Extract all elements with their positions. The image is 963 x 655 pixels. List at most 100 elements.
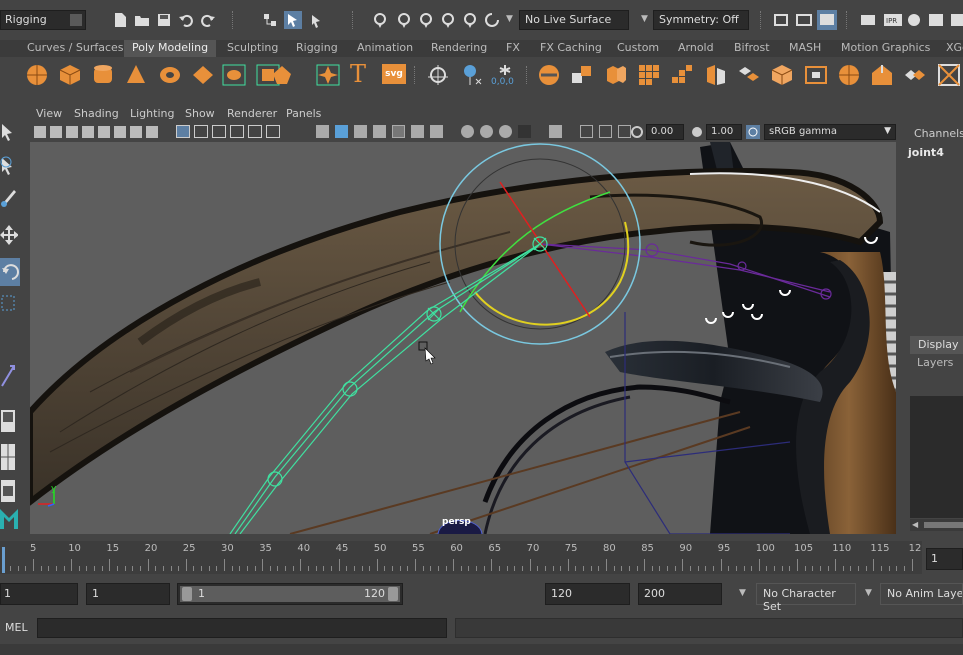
poly-sphere-icon[interactable] <box>25 63 49 87</box>
poly-torus-icon[interactable] <box>158 63 182 87</box>
render-setup-icon[interactable] <box>928 12 944 28</box>
script-language-toggle[interactable]: MEL <box>5 621 28 634</box>
film-gate-toggle-icon[interactable] <box>194 125 208 138</box>
extract-icon[interactable] <box>604 63 628 87</box>
animation-end-field[interactable]: 200 <box>638 583 722 605</box>
playback-start-field[interactable]: 1 <box>86 583 170 605</box>
safe-action-icon[interactable] <box>266 125 280 138</box>
ipr-icon[interactable]: IPR <box>884 12 902 28</box>
xray-active-icon[interactable] <box>599 125 612 138</box>
poly-cube-icon[interactable] <box>58 63 82 87</box>
tab-xgen[interactable]: XGe <box>946 40 963 57</box>
symmetry-dropdown[interactable]: Symmetry: Off <box>653 10 749 30</box>
camera-attributes-icon[interactable] <box>50 126 62 138</box>
separate-icon[interactable] <box>570 63 594 87</box>
make-live-icon[interactable] <box>484 12 500 28</box>
layer-list[interactable] <box>910 396 963 518</box>
layout-two-icon[interactable] <box>0 478 16 504</box>
lasso-tool-icon[interactable] <box>0 156 16 176</box>
poly-pyramid-icon[interactable] <box>270 63 294 87</box>
camera-name-label[interactable]: persp <box>442 517 471 527</box>
2d-pan-zoom-icon[interactable] <box>98 126 110 138</box>
scroll-left-icon[interactable]: ◀ <box>912 520 918 529</box>
tab-custom[interactable]: Custom <box>617 40 659 57</box>
poly-disc-icon[interactable] <box>222 63 246 87</box>
chevron-down-icon[interactable]: ▼ <box>506 14 513 24</box>
open-scene-icon[interactable] <box>134 12 150 28</box>
motion-blur-icon[interactable] <box>480 125 493 138</box>
render-view-icon[interactable] <box>774 12 790 28</box>
rotate-tool-icon[interactable] <box>0 258 20 286</box>
snap-grid-icon[interactable] <box>372 12 388 28</box>
tab-fx[interactable]: FX <box>506 40 520 57</box>
gamma-field[interactable]: 1.00 <box>706 124 742 140</box>
chevron-down-icon[interactable]: ▼ <box>865 588 872 598</box>
playhead[interactable] <box>2 547 6 573</box>
cleanup-icon[interactable] <box>770 63 794 87</box>
gate-mask-icon[interactable] <box>230 125 244 138</box>
extrude-icon[interactable] <box>870 63 894 87</box>
undo-icon[interactable] <box>178 12 194 28</box>
layout-four-icon[interactable] <box>0 442 16 472</box>
tab-poly-modeling[interactable]: Poly Modeling <box>124 40 217 57</box>
isolate-select-icon[interactable] <box>549 125 562 138</box>
mash-logo-icon[interactable] <box>0 505 18 531</box>
exposure-icon[interactable] <box>630 125 644 139</box>
range-slider[interactable]: 1 120 <box>177 583 403 605</box>
playback-end-field[interactable]: 120 <box>545 583 630 605</box>
select-object-icon[interactable] <box>284 11 302 29</box>
bookmark-icon[interactable] <box>66 126 78 138</box>
animation-start-field[interactable]: 1 <box>0 583 78 605</box>
tab-curves-surfaces[interactable]: Curves / Surfaces <box>27 40 124 57</box>
tab-sculpting[interactable]: Sculpting <box>227 40 278 57</box>
snap-curve-icon[interactable] <box>396 12 412 28</box>
channels-title[interactable]: Channels <box>914 127 963 140</box>
menu-renderer[interactable]: Renderer <box>227 107 277 120</box>
menu-panels[interactable]: Panels <box>286 107 321 120</box>
poly-cone-icon[interactable] <box>124 63 148 87</box>
snap-point-icon[interactable] <box>418 12 434 28</box>
poly-super-shape-icon[interactable] <box>316 63 340 87</box>
reduce-icon[interactable] <box>670 63 694 87</box>
ipr-render-icon[interactable] <box>817 10 837 30</box>
tab-arnold[interactable]: Arnold <box>678 40 714 57</box>
light-editor-icon[interactable] <box>950 12 963 28</box>
wireframe-icon[interactable] <box>316 125 329 138</box>
snap-view-plane-icon[interactable] <box>440 12 456 28</box>
merge-icon[interactable] <box>903 63 927 87</box>
layers-menu[interactable]: Layers <box>917 356 953 369</box>
tab-animation[interactable]: Animation <box>357 40 413 57</box>
layer-scrollbar[interactable]: ◀ <box>910 519 963 531</box>
character-set-dropdown[interactable]: No Character Set <box>756 583 856 613</box>
new-scene-icon[interactable] <box>112 12 128 28</box>
tab-bifrost[interactable]: Bifrost <box>734 40 770 57</box>
smooth-shade-icon[interactable] <box>335 125 348 138</box>
move-tool-icon[interactable] <box>0 224 18 246</box>
range-end-handle[interactable] <box>388 587 398 601</box>
render-frame-icon[interactable] <box>796 12 812 28</box>
anim-layer-dropdown[interactable]: No Anim Layer <box>880 583 963 605</box>
combine-icon[interactable] <box>537 63 561 87</box>
target-weld-icon[interactable] <box>937 63 961 87</box>
tab-fx-caching[interactable]: FX Caching <box>540 40 602 57</box>
live-surface-field[interactable]: No Live Surface <box>519 10 629 30</box>
depth-of-field-icon[interactable] <box>518 125 531 138</box>
select-hierarchy-icon[interactable] <box>262 12 278 28</box>
mirror-icon[interactable] <box>704 63 728 87</box>
gamma-icon[interactable] <box>690 125 704 139</box>
current-frame-field[interactable]: 1 <box>926 548 963 570</box>
scroll-thumb[interactable] <box>924 522 963 528</box>
tab-mash[interactable]: MASH <box>789 40 821 57</box>
textured-icon[interactable] <box>392 125 405 138</box>
xray-icon[interactable] <box>373 125 386 138</box>
hypershade-icon[interactable] <box>906 12 922 28</box>
field-chart-icon[interactable] <box>248 125 262 138</box>
xray-joints-icon[interactable] <box>580 125 593 138</box>
chevron-down-icon[interactable]: ▼ <box>641 14 648 24</box>
antialiasing-icon[interactable] <box>499 125 512 138</box>
lights-icon[interactable] <box>411 125 424 138</box>
menu-shading[interactable]: Shading <box>74 107 119 120</box>
selected-node-name[interactable]: joint4 <box>908 146 944 159</box>
save-scene-icon[interactable] <box>156 12 172 28</box>
last-tool-icon[interactable] <box>0 362 16 388</box>
